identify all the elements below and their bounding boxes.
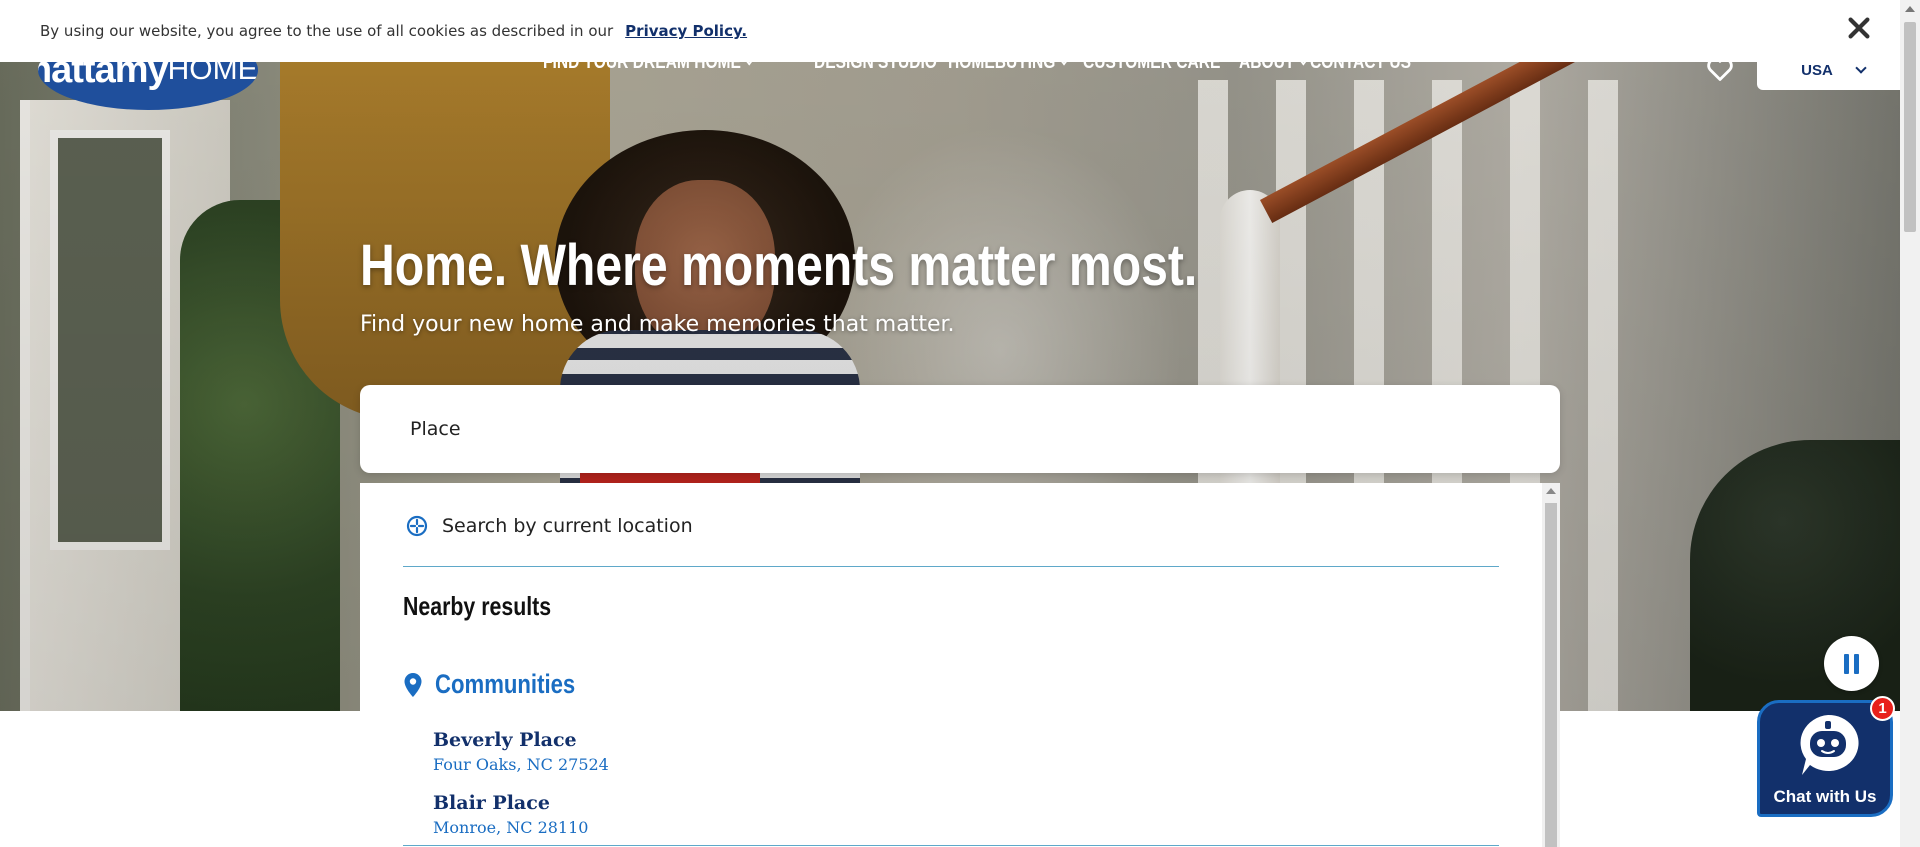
privacy-policy-link[interactable]: Privacy Policy. xyxy=(625,22,747,40)
chat-widget-button[interactable]: Chat with Us xyxy=(1757,700,1893,817)
divider xyxy=(403,845,1499,846)
crosshair-icon xyxy=(406,515,428,537)
cookie-banner: By using our website, you agree to the u… xyxy=(0,0,1900,62)
chat-notification-badge: 1 xyxy=(1870,696,1895,721)
chatbot-icon xyxy=(1800,714,1859,775)
chat-label: Chat with Us xyxy=(1773,787,1877,806)
result-item[interactable]: Blair Place Monroe, NC 28110 xyxy=(433,792,588,837)
suggestions-scrollbar[interactable] xyxy=(1542,483,1560,847)
divider xyxy=(403,566,1499,567)
search-current-location-button[interactable]: Search by current location xyxy=(406,515,693,537)
page-scrollbar[interactable] xyxy=(1900,0,1920,847)
result-item[interactable]: Beverly Place Four Oaks, NC 27524 xyxy=(433,729,609,774)
scroll-up-arrow-icon[interactable] xyxy=(1546,488,1556,494)
hero-title: Home. Where moments matter most. xyxy=(360,233,1198,298)
chevron-down-icon xyxy=(1855,62,1867,74)
pause-icon xyxy=(1844,653,1849,674)
cookie-message: By using our website, you agree to the u… xyxy=(40,22,614,40)
close-icon[interactable] xyxy=(1845,14,1873,42)
map-pin-icon xyxy=(404,672,422,697)
nearby-results-heading: Nearby results xyxy=(403,591,552,621)
hero-subtitle: Find your new home and make memories tha… xyxy=(360,312,955,337)
video-pause-button[interactable] xyxy=(1824,636,1879,691)
search-suggestions: Search by current location Nearby result… xyxy=(360,483,1560,847)
search-input[interactable] xyxy=(410,418,1510,440)
page-scrollbar-thumb[interactable] xyxy=(1904,22,1916,232)
communities-heading: Communities xyxy=(403,669,606,700)
scrollbar-thumb[interactable] xyxy=(1545,503,1557,847)
scroll-up-arrow-icon[interactable] xyxy=(1905,6,1915,12)
search-box xyxy=(360,385,1560,473)
